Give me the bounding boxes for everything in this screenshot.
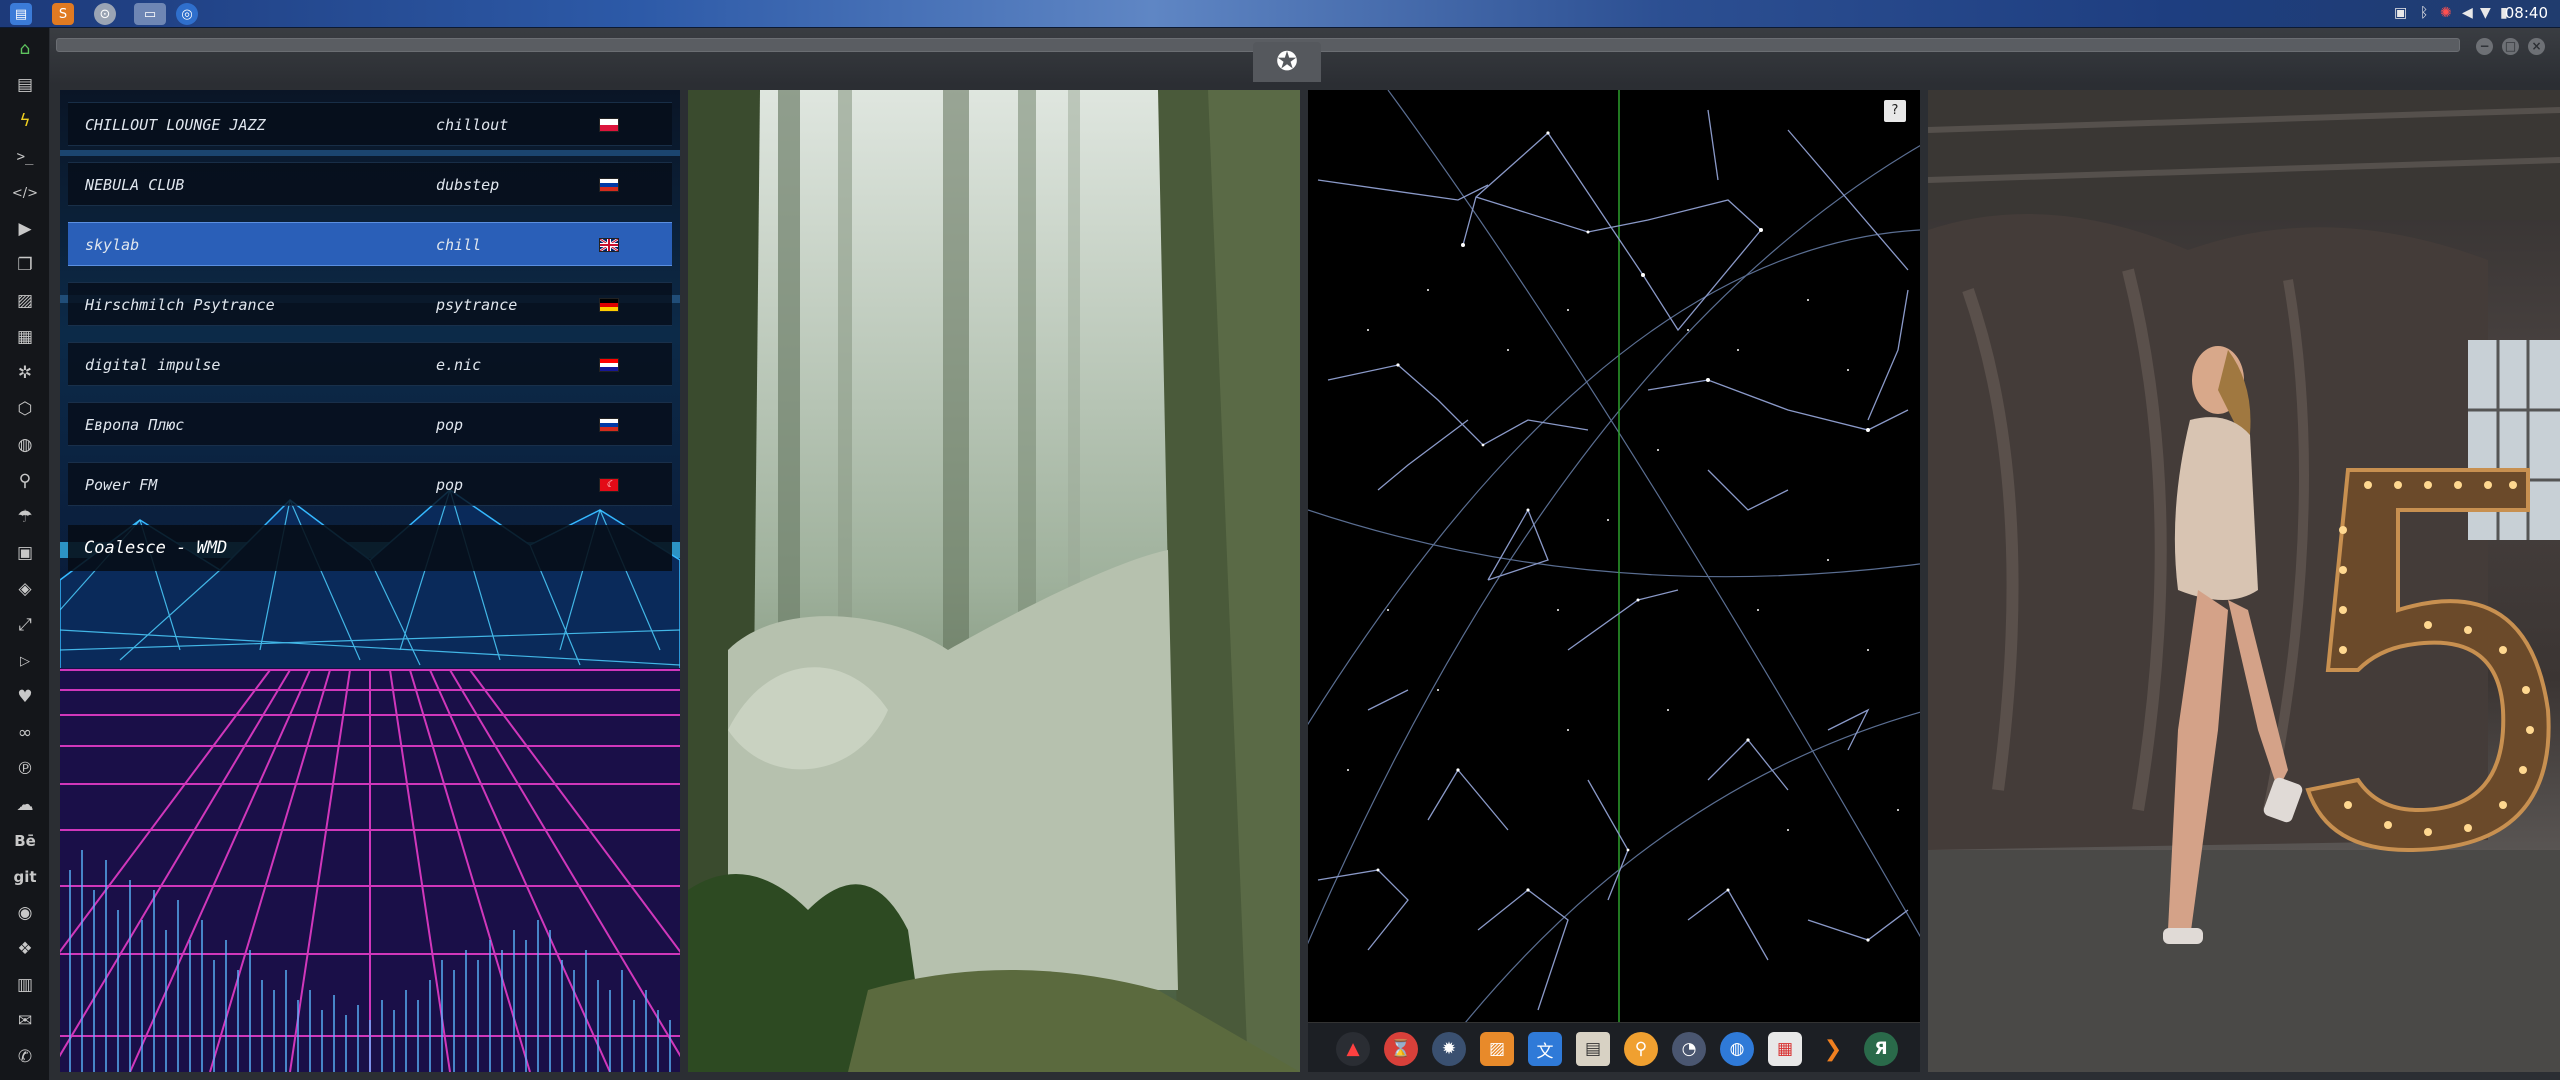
expand-icon[interactable]: ⤢ (10, 610, 40, 640)
forest-artwork-drawing (688, 90, 1300, 1072)
station-name: CHILLOUT LOUNGE JAZZ (85, 116, 266, 134)
station-name: NEBULA CLUB (85, 176, 185, 194)
image-icon[interactable]: ▨ (10, 286, 40, 316)
station-genre: psytrance (436, 296, 518, 314)
bluetooth-icon[interactable]: ᛒ (2420, 5, 2428, 21)
constellation-map (1308, 90, 1920, 1071)
git-icon[interactable]: git (10, 862, 40, 892)
yandex-icon[interactable]: Я (1864, 1032, 1898, 1066)
search-icon[interactable]: ⚲ (1624, 1032, 1658, 1066)
globe-icon[interactable]: ◍ (10, 430, 40, 460)
station-row[interactable]: NEBULA CLUB dubstep (68, 162, 672, 206)
notes-icon[interactable]: ▤ (1576, 1032, 1610, 1066)
minimize-icon[interactable]: − (2476, 38, 2493, 55)
chromium-icon[interactable]: ◎ (176, 3, 198, 25)
forest-artwork-image (688, 90, 1300, 1072)
map-icon[interactable]: ▥ (10, 970, 40, 1000)
clock[interactable]: 08:40 (2505, 4, 2548, 22)
wifi-icon[interactable]: ▼ (2480, 5, 2491, 21)
station-name: Европа Плюс (85, 416, 185, 434)
code-icon[interactable]: </> (10, 178, 40, 208)
behance-icon[interactable]: Bē (10, 826, 40, 856)
terminal-arrow-icon[interactable]: ❯ (1816, 1032, 1850, 1066)
now-playing-bar[interactable]: Coalesce - WMD (68, 525, 672, 571)
star-map-panel: ? ▲ ⌛ ✹ ▨ 文 ▤ ⚲ ◔ ◍ ▦ ❯ Я (1308, 90, 1920, 1072)
main-window: ✪ − □ × CHILLOUT LOUNGE JAZZ chillout NE… (50, 28, 2560, 1080)
calendar-icon[interactable]: ▦ (1768, 1032, 1802, 1066)
station-row[interactable]: digital impulse e.nic (68, 342, 672, 386)
heart-icon[interactable]: ♥ (10, 682, 40, 712)
fashion-photo-drawing (1928, 90, 2560, 1072)
envelope-icon[interactable]: ✉ (10, 1006, 40, 1036)
app-si-icon[interactable]: ⊙ (94, 3, 116, 25)
window-titlebar: ✪ − □ × (50, 28, 2560, 84)
volume-icon[interactable]: ◀ (2462, 5, 2473, 21)
poland-flag-icon (599, 118, 619, 132)
translate-icon[interactable]: 文 (1528, 1032, 1562, 1066)
mail-icon[interactable]: ✆ (10, 1042, 40, 1072)
turkey-flag-icon: ☾ (599, 478, 619, 492)
image-viewer-icon[interactable]: ▨ (1480, 1032, 1514, 1066)
document-icon[interactable]: ▤ (10, 70, 40, 100)
bottom-app-dock: ▲ ⌛ ✹ ▨ 文 ▤ ⚲ ◔ ◍ ▦ ❯ Я (1308, 1022, 1920, 1072)
play-icon[interactable]: ▶ (10, 214, 40, 244)
radio-panel: CHILLOUT LOUNGE JAZZ chillout NEBULA CLU… (60, 90, 680, 1072)
station-name: Hirschmilch Psytrance (85, 296, 275, 314)
station-row[interactable]: CHILLOUT LOUNGE JAZZ chillout (68, 102, 672, 146)
now-playing-title: Coalesce - WMD (84, 538, 228, 558)
station-genre: e.nic (436, 356, 482, 374)
bug-icon[interactable]: ✺ (2440, 5, 2452, 21)
globe-icon[interactable]: ◍ (1720, 1032, 1754, 1066)
station-row[interactable]: Power FM pop ☾ (68, 462, 672, 506)
sublime-icon[interactable]: S (52, 3, 74, 25)
cubes-icon[interactable]: ❖ (10, 934, 40, 964)
fashion-photo-image (1928, 90, 2560, 1072)
files-icon[interactable]: ▤ (10, 3, 32, 25)
system-top-panel: ▤ S ⊙ ▭ ◎ ▣ ᛒ ✺ ◀ ▼ ▮ 08:40 (0, 0, 2560, 28)
diamond-icon[interactable]: ◈ (10, 574, 40, 604)
close-icon[interactable]: × (2528, 38, 2545, 55)
youtube-icon[interactable]: ▷ (10, 646, 40, 676)
station-row-active[interactable]: skylab chill (68, 222, 672, 266)
station-name: Power FM (85, 476, 158, 494)
window-icon[interactable]: ▭ (134, 3, 166, 25)
rebel-alliance-icon[interactable]: ✪ (1253, 42, 1321, 82)
clock-icon[interactable]: ◔ (1672, 1032, 1706, 1066)
github-icon[interactable]: ◉ (10, 898, 40, 928)
newspaper-icon[interactable]: ▦ (10, 322, 40, 352)
contact-icon[interactable]: ▣ (10, 538, 40, 568)
cloud-icon[interactable]: ☁ (10, 790, 40, 820)
planet-icon[interactable]: ✹ (1432, 1032, 1466, 1066)
settings-icon[interactable]: ✲ (10, 358, 40, 388)
germany-flag-icon (599, 298, 619, 312)
russia-flag-icon (599, 178, 619, 192)
uk-flag-icon (599, 238, 619, 252)
help-button[interactable]: ? (1884, 100, 1906, 122)
station-row[interactable]: Европа Плюс pop (68, 402, 672, 446)
search-icon[interactable]: ⚲ (10, 466, 40, 496)
lightning-icon[interactable]: ϟ (10, 106, 40, 136)
hexagon-icon[interactable]: ⬡ (10, 394, 40, 424)
station-row[interactable]: Hirschmilch Psytrance psytrance (68, 282, 672, 326)
station-genre: chill (436, 236, 482, 254)
left-launcher-dock: ⌂ ▤ ϟ >_ </> ▶ ❐ ▨ ▦ ✲ ⬡ ◍ ⚲ ☂ ▣ ◈ ⤢ ▷ ♥… (0, 28, 50, 1080)
croatia-flag-icon (599, 358, 619, 372)
station-genre: pop (436, 416, 464, 434)
umbrella-icon[interactable]: ☂ (10, 502, 40, 532)
home-icon[interactable]: ⌂ (10, 34, 40, 64)
station-name: skylab (85, 236, 140, 254)
maximize-icon[interactable]: □ (2502, 38, 2519, 55)
pinterest-icon[interactable]: ℗ (10, 754, 40, 784)
file-icon[interactable]: ❐ (10, 250, 40, 280)
terminal-icon[interactable]: >_ (10, 142, 40, 172)
station-genre: pop (436, 476, 464, 494)
image-icon[interactable]: ▣ (2394, 5, 2407, 21)
station-genre: chillout (436, 116, 509, 134)
hourglass-icon[interactable]: ⌛ (1384, 1032, 1418, 1066)
russia-flag-icon (599, 418, 619, 432)
station-genre: dubstep (436, 176, 500, 194)
lastfm-icon[interactable]: ∞ (10, 718, 40, 748)
station-name: digital impulse (85, 356, 221, 374)
arch-icon[interactable]: ▲ (1336, 1032, 1370, 1066)
